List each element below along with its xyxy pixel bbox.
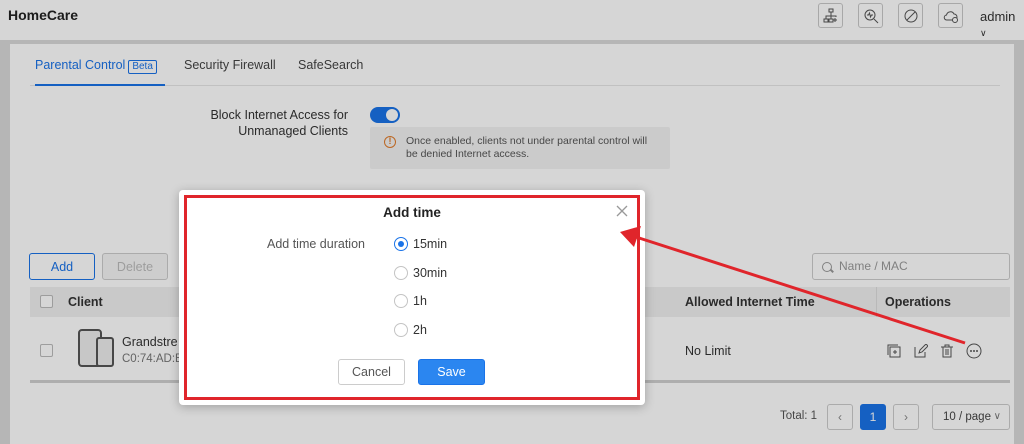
radio-15min[interactable]: 15min xyxy=(394,237,447,251)
close-icon[interactable] xyxy=(615,204,629,218)
radio-label: 2h xyxy=(413,323,427,337)
radio-label: 30min xyxy=(413,266,448,280)
radio-label: 1h xyxy=(413,294,427,308)
save-button[interactable]: Save xyxy=(418,359,485,385)
radio-label: 15min xyxy=(413,237,448,251)
radio-30min[interactable]: 30min xyxy=(394,266,447,280)
cancel-button[interactable]: Cancel xyxy=(338,359,405,385)
radio-indicator xyxy=(394,323,408,337)
add-time-dialog: Add time Add time duration 15min 30min 1… xyxy=(179,190,645,405)
radio-1h[interactable]: 1h xyxy=(394,294,427,308)
radio-indicator xyxy=(394,294,408,308)
radio-indicator xyxy=(394,237,408,251)
dialog-title: Add time xyxy=(383,205,441,220)
duration-label: Add time duration xyxy=(267,237,365,251)
radio-indicator xyxy=(394,266,408,280)
radio-2h[interactable]: 2h xyxy=(394,323,427,337)
